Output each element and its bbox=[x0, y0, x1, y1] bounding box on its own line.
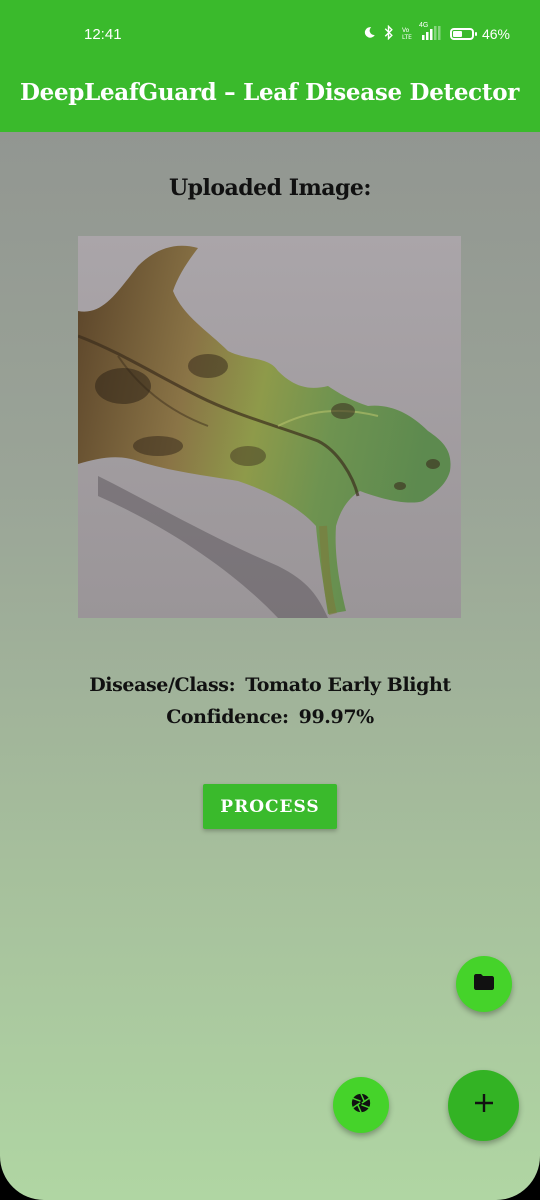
uploaded-leaf-image bbox=[78, 236, 461, 618]
svg-text:LTE: LTE bbox=[402, 34, 412, 40]
confidence-value: 99.97% bbox=[298, 706, 375, 728]
status-icons: Vo LTE 4G 46% bbox=[363, 22, 510, 43]
folder-fab-button[interactable] bbox=[456, 956, 512, 1012]
app-bar: 12:41 Vo LTE 4G 46% DeepLeafGuard – Leaf… bbox=[0, 0, 540, 132]
uploaded-image-heading: Uploaded Image: bbox=[168, 175, 372, 201]
add-fab-button[interactable] bbox=[448, 1070, 519, 1141]
process-button[interactable]: PROCESS bbox=[203, 784, 337, 829]
battery-icon bbox=[449, 28, 477, 40]
confidence-result: Confidence: 99.97% bbox=[0, 706, 540, 728]
svg-text:Vo: Vo bbox=[402, 27, 410, 34]
moon-icon bbox=[363, 26, 376, 42]
plus-icon bbox=[473, 1092, 495, 1119]
confidence-label: Confidence: bbox=[166, 706, 289, 728]
volte-icon: Vo LTE bbox=[402, 26, 412, 43]
app-title: DeepLeafGuard – Leaf Disease Detector bbox=[20, 79, 520, 106]
status-time: 12:41 bbox=[84, 26, 122, 43]
app-screen: 12:41 Vo LTE 4G 46% DeepLeafGuard – Leaf… bbox=[0, 0, 540, 1200]
signal-icon: 4G bbox=[419, 22, 442, 43]
disease-label: Disease/Class: bbox=[89, 674, 236, 696]
disease-result: Disease/Class: Tomato Early Blight bbox=[0, 674, 540, 696]
status-bar: 12:41 Vo LTE 4G 46% bbox=[0, 0, 540, 72]
disease-value: Tomato Early Blight bbox=[245, 674, 451, 696]
network-type-label: 4G bbox=[418, 21, 429, 29]
camera-fab-button[interactable] bbox=[333, 1077, 389, 1133]
folder-icon bbox=[473, 973, 495, 996]
bluetooth-icon bbox=[384, 24, 394, 43]
camera-shutter-icon bbox=[350, 1092, 372, 1119]
battery-percent: 46% bbox=[481, 26, 510, 42]
